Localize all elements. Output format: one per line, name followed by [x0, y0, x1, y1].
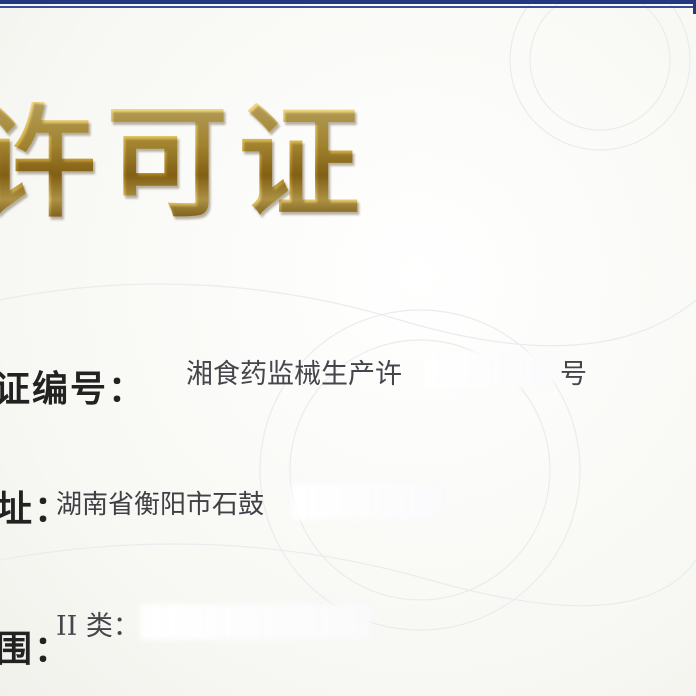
redacted-area — [140, 604, 370, 640]
redacted-area — [424, 352, 554, 388]
field-label-certificate-number: 证编号： — [0, 369, 147, 410]
field-suffix-number: 号 — [560, 359, 587, 390]
field-value-scope: II 类： — [56, 611, 140, 642]
top-border — [0, 0, 696, 14]
right-border — [686, 0, 696, 696]
certificate-title: 许可证 — [0, 102, 370, 224]
field-value-address: 湖南省衡阳市石鼓 — [56, 490, 265, 520]
top-border-outer-line — [0, 0, 696, 4]
field-value-certificate-number: 湘食药监械生产许 — [186, 359, 402, 390]
redacted-area — [292, 484, 442, 520]
certificate-page: 许可证 证编号： 湘食药监械生产许 号 址： 湖南省衡阳市石鼓 围： II 类： — [0, 0, 696, 696]
top-border-inner-line — [0, 6, 696, 8]
